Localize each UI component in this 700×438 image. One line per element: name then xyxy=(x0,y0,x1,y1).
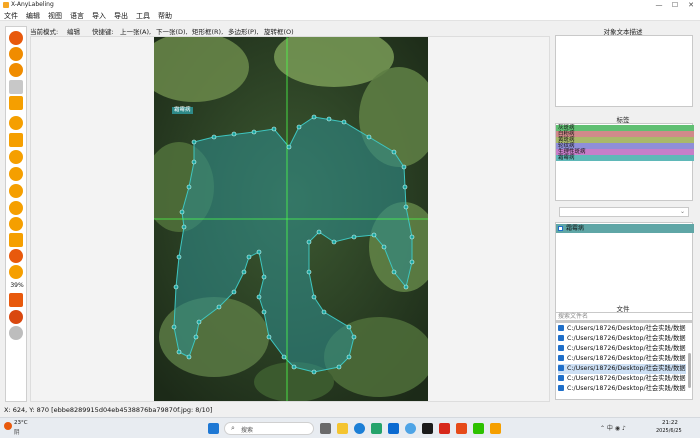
taskbar-search[interactable]: ⌕ 搜索 xyxy=(224,422,314,435)
next-image-icon[interactable] xyxy=(9,47,23,61)
checkbox-icon[interactable] xyxy=(558,375,564,381)
clock-date[interactable]: 2025/6/25 xyxy=(656,428,682,434)
delete-file-icon[interactable] xyxy=(9,96,23,110)
mode-value: 编辑 xyxy=(67,28,80,36)
label-filter-dropdown[interactable]: ⌄ xyxy=(559,207,689,217)
create-linestrip-icon[interactable] xyxy=(9,217,23,231)
auto-label-icon[interactable] xyxy=(9,326,23,340)
checkbox-icon[interactable] xyxy=(558,325,564,331)
fit-window-icon[interactable] xyxy=(9,293,23,307)
start-icon[interactable] xyxy=(208,423,219,434)
minimize-button[interactable]: — xyxy=(652,0,666,10)
app-icon-red[interactable] xyxy=(456,423,467,434)
create-circle-icon[interactable] xyxy=(9,167,23,181)
window-title: X-AnyLabeling xyxy=(11,1,54,8)
search-icon: ⌕ xyxy=(231,424,235,432)
shortcut-rect: 矩形框(R), xyxy=(192,28,224,36)
task-view-icon[interactable] xyxy=(320,423,331,434)
wechat-icon[interactable] xyxy=(473,423,484,434)
create-rect-icon[interactable] xyxy=(9,116,23,130)
shape-label-tag: 霜霉病 xyxy=(172,107,193,114)
terminal-icon[interactable] xyxy=(422,423,433,434)
wps-icon[interactable] xyxy=(439,423,450,434)
mode-bar: 当前模式: 编辑 快捷键: 上一张(A), 下一张(D), 矩形框(R), 多边… xyxy=(30,24,550,36)
menu-import[interactable]: 导入 xyxy=(92,11,106,21)
edit-mode-icon[interactable] xyxy=(9,233,23,247)
checkbox-icon[interactable] xyxy=(558,355,564,361)
weather-icon xyxy=(4,422,12,430)
browser-icon[interactable] xyxy=(405,423,416,434)
object-text-box[interactable] xyxy=(555,35,693,107)
chevron-down-icon: ⌄ xyxy=(679,208,685,215)
xanylabeling-taskbar-icon[interactable] xyxy=(490,423,501,434)
shortcut-rotation: 旋转框(O) xyxy=(264,28,294,36)
shape-list-item[interactable]: 霜霉病 xyxy=(556,224,694,233)
app-icon xyxy=(3,2,9,8)
file-list-item[interactable]: C:/Users/18726/Desktop/社会实践/数据 xyxy=(558,384,686,394)
vscode-icon[interactable] xyxy=(388,423,399,434)
open-dir-icon[interactable] xyxy=(9,31,23,45)
file-list-scrollbar[interactable] xyxy=(688,353,691,388)
shortcut-label: 快捷键: xyxy=(92,28,114,36)
search-placeholder: 搜索 xyxy=(241,427,254,434)
file-list-item[interactable]: C:/Users/18726/Desktop/社会实践/数据 xyxy=(558,334,686,344)
file-search-input[interactable]: 搜索文件名 xyxy=(555,312,693,321)
create-point-icon[interactable] xyxy=(9,201,23,215)
right-panel: 对象文本描述 标签 灰斑病 白粉病 黄斑病 轮纹病 生理性斑病 霜霉病 ⌄ 霜霉… xyxy=(553,24,698,404)
file-list-item[interactable]: C:/Users/18726/Desktop/社会实践/数据 xyxy=(558,354,686,364)
menu-bar: 文件 编辑 视图 语言 导入 导出 工具 帮助 xyxy=(0,10,700,21)
create-rotation-icon[interactable] xyxy=(9,150,23,164)
clock-time[interactable]: 21:22 xyxy=(662,420,678,426)
menu-tools[interactable]: 工具 xyxy=(136,11,150,21)
menu-view[interactable]: 视图 xyxy=(48,11,62,21)
status-text: X: 624, Y: 870 [ebbe8289915d04eb4538876b… xyxy=(4,406,213,414)
checkbox-icon[interactable] xyxy=(558,385,564,391)
status-bar: X: 624, Y: 870 [ebbe8289915d04eb4538876b… xyxy=(0,405,700,415)
menu-language[interactable]: 语言 xyxy=(70,11,84,21)
checkbox-icon[interactable] xyxy=(558,345,564,351)
title-bar: X-AnyLabeling — ☐ ✕ xyxy=(0,0,700,10)
checkbox-icon[interactable] xyxy=(558,335,564,341)
menu-edit[interactable]: 编辑 xyxy=(26,11,40,21)
file-list-item-selected[interactable]: C:/Users/18726/Desktop/社会实践/数据 xyxy=(558,364,686,374)
shortcut-next: 下一张(D), xyxy=(156,28,188,36)
menu-file[interactable]: 文件 xyxy=(4,11,18,21)
close-button[interactable]: ✕ xyxy=(684,0,698,10)
shortcut-prev: 上一张(A), xyxy=(120,28,152,36)
weather-desc: 阴 xyxy=(14,430,20,436)
leaf-image xyxy=(154,37,428,401)
tray-icons[interactable]: ⌃ 中 ◉ ♪ xyxy=(600,423,626,432)
file-list-item[interactable]: C:/Users/18726/Desktop/社会实践/数据 xyxy=(558,324,686,334)
file-explorer-icon[interactable] xyxy=(337,423,348,434)
shortcut-polygon: 多边形(P), xyxy=(228,28,259,36)
label-list[interactable]: 灰斑病 白粉病 黄斑病 轮纹病 生理性斑病 霜霉病 xyxy=(555,123,694,201)
file-list-item[interactable]: C:/Users/18726/Desktop/社会实践/数据 xyxy=(558,344,686,354)
windows-taskbar: 23°C 阴 ⌕ 搜索 ⌃ 中 ◉ ♪ 21:22 2025/6/25 xyxy=(0,417,700,438)
annotation-image[interactable]: 霜霉病 xyxy=(154,37,428,401)
menu-export[interactable]: 导出 xyxy=(114,11,128,21)
delete-shape-icon[interactable] xyxy=(9,249,23,263)
left-toolbar: 39% xyxy=(5,26,27,402)
prev-image-icon[interactable] xyxy=(9,63,23,77)
maximize-button[interactable]: ☐ xyxy=(668,0,682,10)
brightness-icon[interactable] xyxy=(9,310,23,324)
menu-help[interactable]: 帮助 xyxy=(158,11,172,21)
label-item[interactable]: 霜霉病 xyxy=(556,155,694,161)
save-icon[interactable] xyxy=(9,80,23,94)
app-icon-green[interactable] xyxy=(371,423,382,434)
checkbox-icon[interactable] xyxy=(558,226,563,231)
file-list[interactable]: C:/Users/18726/Desktop/社会实践/数据 C:/Users/… xyxy=(555,322,693,400)
undo-icon[interactable] xyxy=(9,265,23,279)
edge-icon[interactable] xyxy=(354,423,365,434)
zoom-level: 39% xyxy=(10,282,24,289)
checkbox-icon[interactable] xyxy=(558,365,564,371)
file-list-item[interactable]: C:/Users/18726/Desktop/社会实践/数据 xyxy=(558,374,686,384)
create-line-icon[interactable] xyxy=(9,184,23,198)
weather-temp: 23°C xyxy=(14,420,28,426)
mode-label: 当前模式: xyxy=(30,28,59,36)
create-polygon-icon[interactable] xyxy=(9,133,23,147)
